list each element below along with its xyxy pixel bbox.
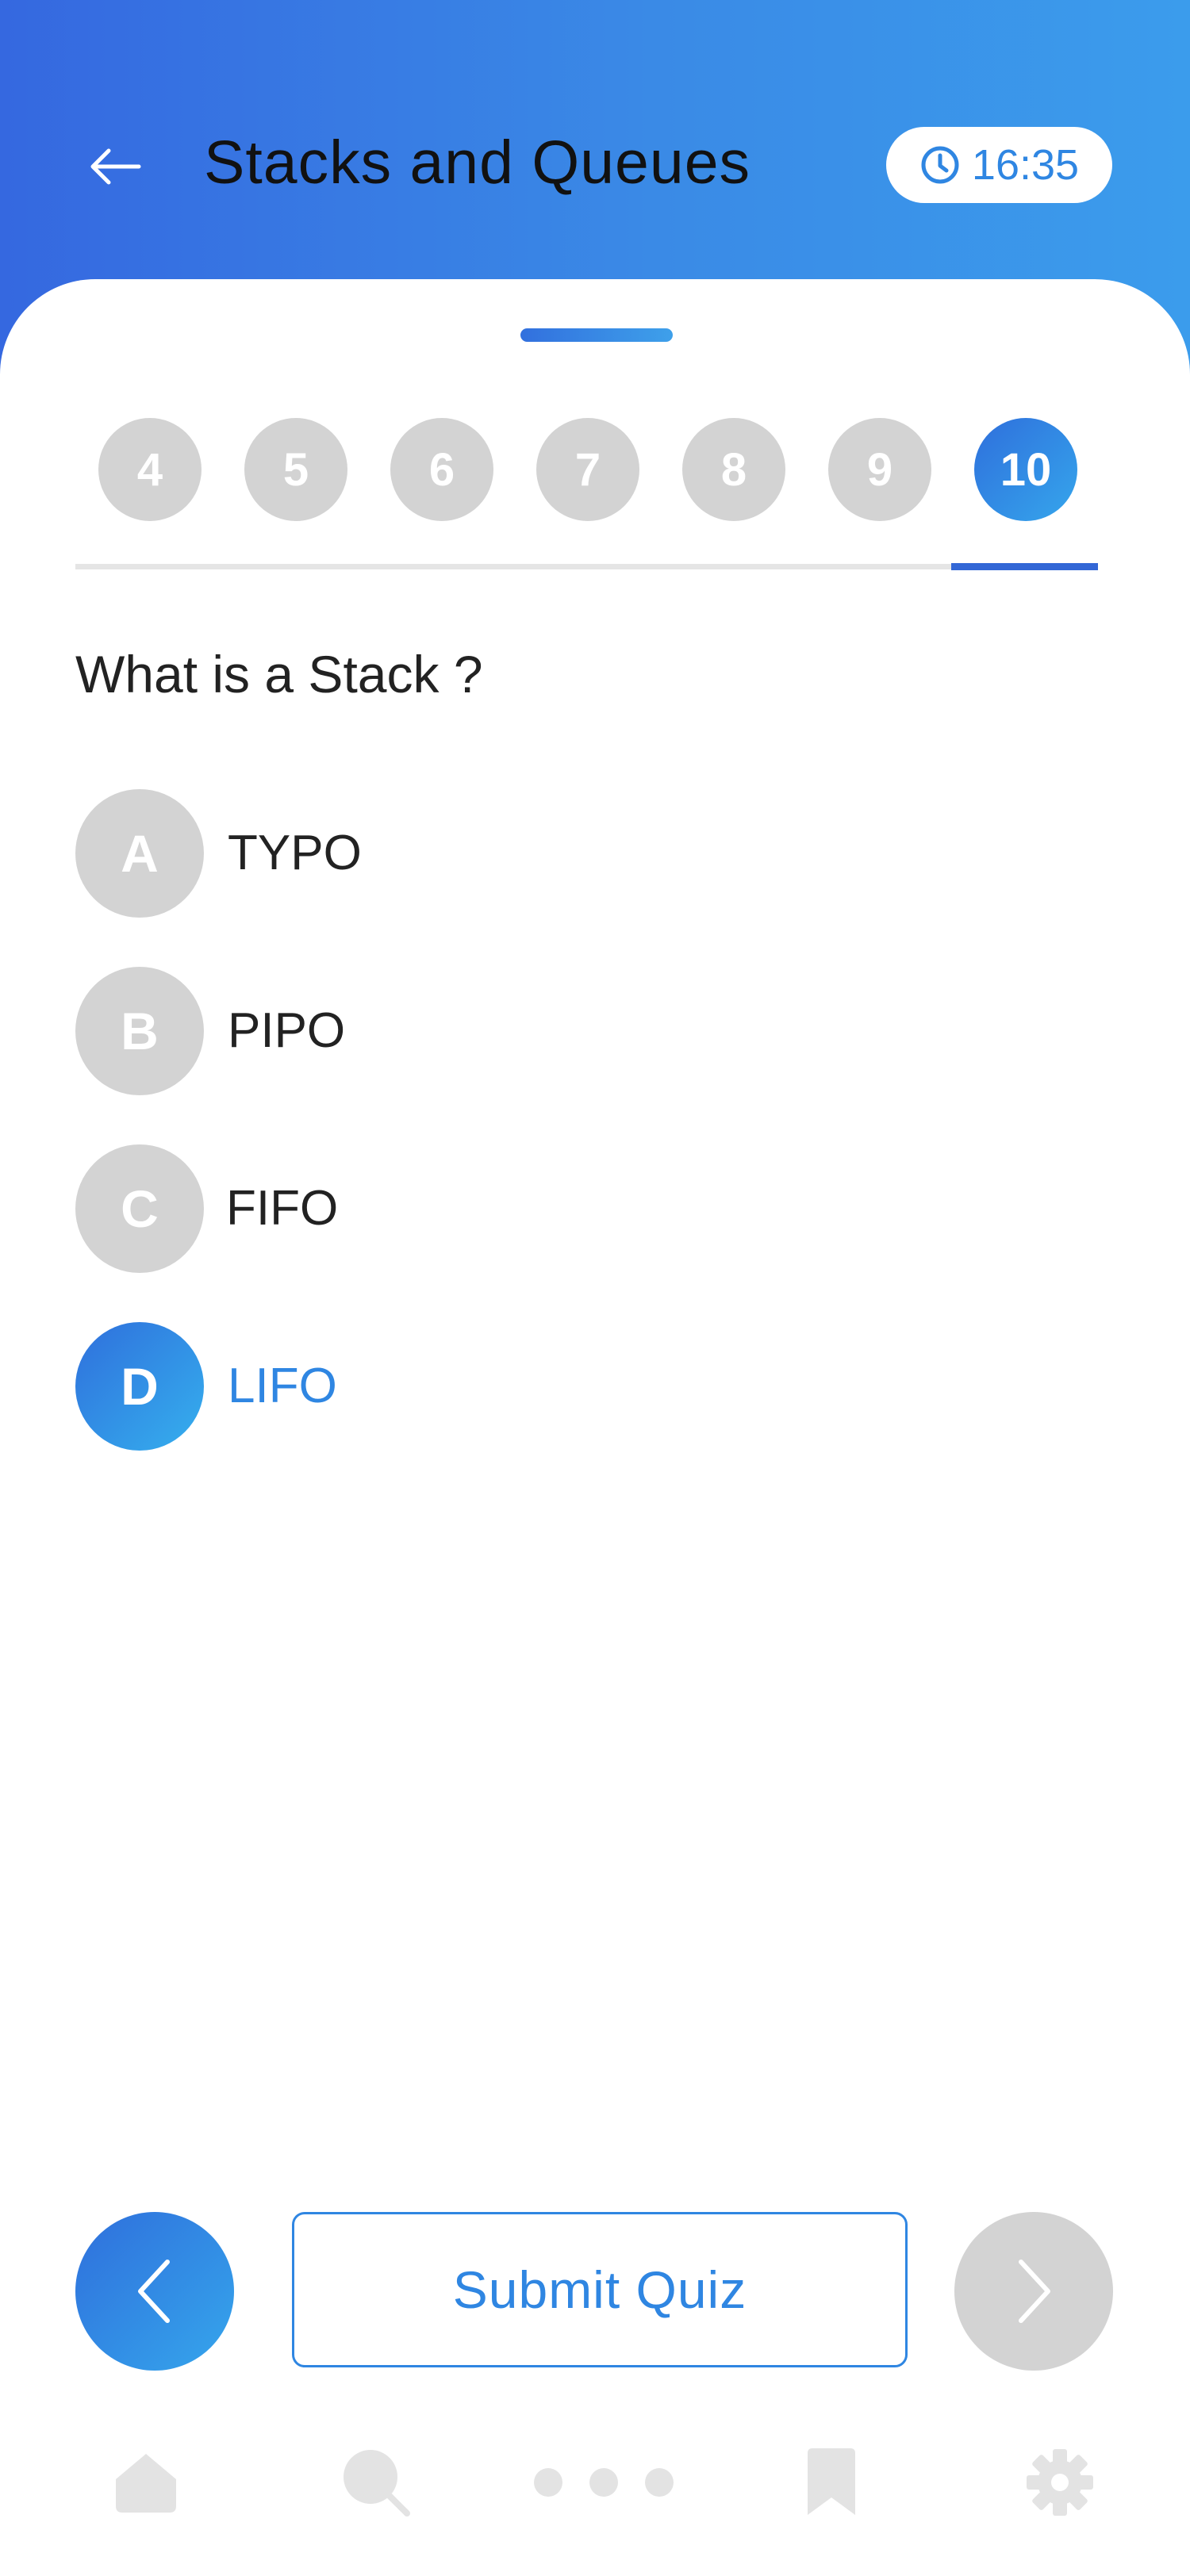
option-letter: C	[75, 1144, 204, 1273]
option-d-selected[interactable]: D LIFO	[75, 1322, 789, 1451]
option-letter: A	[75, 789, 204, 918]
question-number-9[interactable]: 9	[828, 418, 931, 521]
option-text: TYPO	[228, 826, 362, 880]
progress-indicator	[951, 563, 1098, 570]
timer-text: 16:35	[971, 141, 1080, 189]
option-letter: D	[75, 1322, 204, 1451]
search-icon	[344, 2450, 410, 2517]
nav-search[interactable]	[328, 2435, 424, 2530]
bottom-navigation	[0, 2435, 1190, 2538]
arrow-left-icon	[90, 148, 141, 185]
question-number-4[interactable]: 4	[98, 418, 202, 521]
option-c[interactable]: C FIFO	[75, 1144, 789, 1273]
settings-icon	[1027, 2449, 1093, 2516]
back-button[interactable]	[79, 131, 151, 202]
more-icon	[534, 2468, 674, 2497]
question-number-8[interactable]: 8	[682, 418, 785, 521]
submit-quiz-button[interactable]: Submit Quiz	[292, 2212, 908, 2367]
question-number-7[interactable]: 7	[536, 418, 639, 521]
question-text: What is a Stack ?	[75, 645, 483, 703]
question-number-6[interactable]: 6	[390, 418, 493, 521]
option-b[interactable]: B PIPO	[75, 967, 789, 1095]
option-text: LIFO	[228, 1359, 337, 1413]
previous-question-button[interactable]	[75, 2212, 234, 2371]
chevron-left-icon	[138, 2260, 170, 2323]
option-letter: B	[75, 967, 204, 1095]
clock-icon	[921, 146, 959, 184]
chevron-right-icon	[1019, 2260, 1050, 2323]
bookmark-icon	[808, 2448, 855, 2515]
progress-track	[75, 564, 1098, 569]
next-question-button[interactable]	[954, 2212, 1113, 2371]
question-number-5[interactable]: 5	[244, 418, 347, 521]
option-text: FIFO	[226, 1181, 339, 1236]
option-a[interactable]: A TYPO	[75, 789, 789, 918]
page-title: Stacks and Queues	[204, 128, 751, 197]
nav-more[interactable]	[524, 2435, 682, 2530]
option-text: PIPO	[228, 1003, 346, 1058]
question-number-10[interactable]: 10	[974, 418, 1077, 521]
nav-home[interactable]	[98, 2435, 194, 2530]
timer-badge: 16:35	[886, 127, 1112, 203]
question-number-list: 4 5 6 7 8 9 10	[98, 418, 1077, 523]
home-icon	[116, 2454, 176, 2513]
drag-handle[interactable]	[520, 328, 673, 342]
nav-bookmarks[interactable]	[784, 2435, 879, 2530]
nav-settings[interactable]	[1012, 2435, 1107, 2530]
